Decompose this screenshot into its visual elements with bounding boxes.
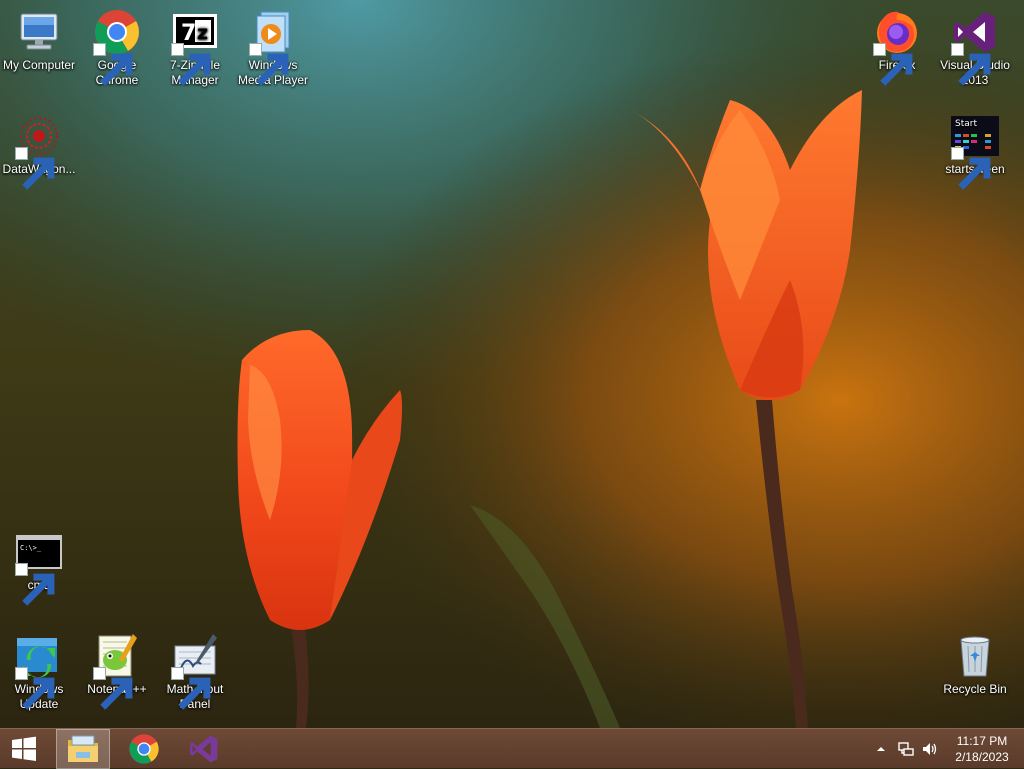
show-hidden-icons-button[interactable] — [872, 729, 890, 769]
cmd-prompt-text: C:\>_ — [20, 544, 42, 552]
desktop-icon-windows-update[interactable]: Windows Update — [0, 626, 78, 712]
taskbar: 11:17 PM 2/18/2023 — [0, 728, 1024, 769]
folder-icon — [68, 735, 98, 762]
desktop-icon-recycle-bin[interactable]: Recycle Bin — [936, 626, 1014, 697]
taskbar-file-explorer[interactable] — [56, 729, 110, 769]
taskbar-google-chrome[interactable] — [120, 729, 168, 769]
desktop-wallpaper — [0, 0, 1024, 728]
shortcut-arrow-icon — [15, 667, 55, 710]
desktop-icon-notepad-plus-plus[interactable]: Notepad++ — [78, 626, 156, 710]
volume-icon — [923, 743, 937, 755]
desktop-icon-startscreen[interactable]: Start startscreen — [936, 106, 1014, 190]
shortcut-arrow-icon — [171, 43, 211, 86]
desktop-icon-7zip[interactable]: 7 z 7-Zip File Manager — [156, 2, 234, 88]
shortcut-arrow-icon — [951, 147, 991, 190]
computer-icon — [20, 13, 58, 50]
svg-text:z: z — [197, 22, 208, 44]
taskbar-visual-studio[interactable] — [180, 729, 228, 769]
desktop-icon-math-input-panel[interactable]: Math Input Panel — [156, 626, 234, 712]
taskbar-clock[interactable]: 11:17 PM 2/18/2023 — [944, 733, 1020, 765]
shortcut-arrow-icon — [873, 43, 913, 86]
windows-logo-icon — [12, 736, 36, 761]
shortcut-arrow-icon — [249, 43, 289, 86]
clock-time: 11:17 PM — [956, 734, 1008, 748]
desktop-icon-google-chrome[interactable]: Google Chrome — [78, 2, 156, 88]
shortcut-arrow-icon — [15, 147, 55, 190]
desktop-icon-label: Recycle Bin — [943, 682, 1007, 696]
chrome-icon — [129, 734, 159, 764]
recycle-bin-icon — [960, 636, 990, 677]
visual-studio-icon — [190, 735, 218, 763]
chevron-up-icon — [877, 747, 885, 751]
desktop-icon-label: My Computer — [2, 58, 76, 72]
network-tray-button[interactable] — [894, 729, 918, 769]
volume-tray-button[interactable] — [918, 729, 942, 769]
desktop-icon-firefox[interactable]: Firefox — [858, 2, 936, 86]
start-tile-text: Start — [955, 119, 977, 129]
shortcut-arrow-icon — [951, 43, 991, 86]
shortcut-arrow-icon — [171, 667, 211, 710]
shortcut-arrow-icon — [93, 667, 133, 710]
desktop-icon-windows-media-player[interactable]: Windows Media Player — [234, 2, 312, 88]
network-icon — [898, 742, 914, 756]
shortcut-arrow-icon — [93, 43, 133, 86]
desktop-icon-cmd[interactable]: C:\>_ cmd — [0, 522, 78, 606]
shortcut-arrow-icon — [15, 563, 55, 606]
clock-date: 2/18/2023 — [955, 750, 1009, 764]
desktop-icon-datawagon[interactable]: DataWagon... — [0, 106, 78, 190]
desktop-icon-my-computer[interactable]: My Computer — [0, 2, 78, 73]
desktop-icon-visual-studio[interactable]: Visual Studio 2013 — [936, 2, 1014, 88]
start-button[interactable] — [0, 729, 48, 769]
